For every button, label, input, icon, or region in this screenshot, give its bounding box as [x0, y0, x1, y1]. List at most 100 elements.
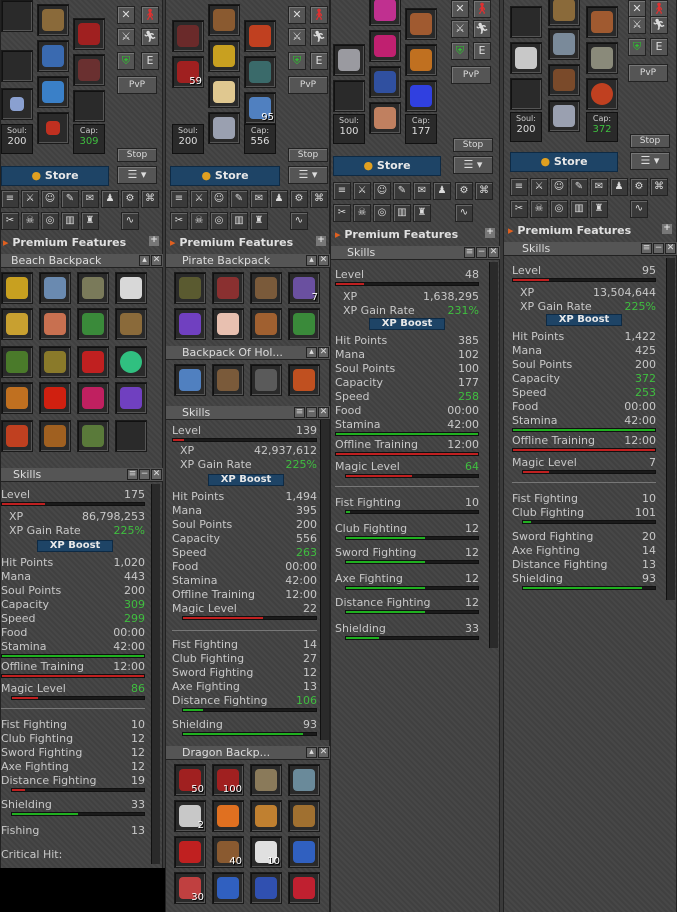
container-slot[interactable]	[39, 382, 71, 414]
equipment-slot-shield[interactable]	[586, 42, 618, 74]
panel-minimize-button[interactable]: −	[306, 407, 317, 418]
premium-plus-icon[interactable]: +	[485, 228, 495, 238]
container-slot[interactable]	[39, 308, 71, 340]
equipment-slot-armor[interactable]	[208, 40, 240, 72]
container-slot[interactable]	[115, 346, 147, 378]
container-slot[interactable]	[288, 872, 320, 904]
xp-boost-button[interactable]: XP Boost	[208, 474, 284, 486]
container-slot[interactable]	[39, 346, 71, 378]
char-icon[interactable]: ♟	[433, 182, 451, 200]
cyclopedia-icon[interactable]: ▥	[61, 212, 79, 230]
container-slot[interactable]: 10	[250, 836, 282, 868]
spell-list-icon[interactable]: ✎	[570, 178, 588, 196]
container-slot[interactable]	[174, 836, 206, 868]
party-icon[interactable]: ☺	[373, 182, 391, 200]
container-slot[interactable]	[115, 420, 147, 452]
equipment-slot-shield[interactable]	[244, 56, 276, 88]
expert-mode-button[interactable]: E	[141, 52, 159, 70]
secure-mode-button[interactable]: ⛨	[628, 38, 646, 56]
container-slot[interactable]	[250, 272, 282, 304]
container-slot[interactable]	[250, 872, 282, 904]
hotkeys-icon[interactable]: ⌘	[141, 190, 159, 208]
panel-minimize-button[interactable]: ▴	[306, 255, 317, 266]
container-slot[interactable]: 50	[174, 764, 206, 796]
cyclopedia-icon[interactable]: ▥	[393, 204, 411, 222]
panel-menu-button[interactable]: ≡	[641, 243, 652, 254]
menu-button[interactable]: ☰ ▾	[453, 156, 493, 174]
expert-mode-button[interactable]: E	[310, 52, 328, 70]
spell-list-icon[interactable]: ✎	[61, 190, 79, 208]
stand-while-fighting-button[interactable]: 🚶︎	[310, 6, 328, 24]
pvp-mode-button[interactable]: PvP	[628, 64, 668, 82]
container-slot[interactable]: 2	[174, 800, 206, 832]
expert-mode-button[interactable]: E	[473, 42, 491, 60]
full-attack-button[interactable]: ⚔︎	[628, 16, 646, 34]
container-slot[interactable]	[212, 364, 244, 396]
equipment-slot-amulet[interactable]	[172, 20, 204, 52]
wrench-icon[interactable]: ✂	[1, 212, 19, 230]
store-button[interactable]: ●︎ Store	[1, 166, 109, 186]
bestiary-icon[interactable]: ♜	[250, 212, 268, 230]
char-icon[interactable]: ♟	[610, 178, 628, 196]
analytics-icon[interactable]: ∿	[290, 212, 308, 230]
expert-mode-button[interactable]: E	[650, 38, 668, 56]
equipment-slot-backpack[interactable]	[244, 20, 276, 52]
equipment-slot-ring[interactable]	[510, 78, 542, 110]
container-slot[interactable]	[1, 420, 33, 452]
full-attack-button[interactable]: ⚔︎	[117, 28, 135, 46]
premium-plus-icon[interactable]: +	[662, 224, 672, 234]
bestiary-icon[interactable]: ♜	[590, 200, 608, 218]
xp-boost-button[interactable]: XP Boost	[37, 540, 113, 552]
menu-button[interactable]: ☰ ▾	[630, 152, 670, 170]
equipment-slot-backpack[interactable]	[586, 6, 618, 38]
premium-features-label[interactable]: ▸ Premium Features +	[3, 236, 159, 250]
equipment-slot-legs[interactable]	[208, 76, 240, 108]
equipment-slot-backpack[interactable]	[73, 18, 105, 50]
stand-while-fighting-button[interactable]: 🚶︎	[473, 0, 491, 18]
equipment-slot-boots[interactable]	[548, 100, 580, 132]
premium-features-label[interactable]: ▸ Premium Features +	[508, 224, 672, 238]
skills-toggle-icon[interactable]: ≡	[170, 190, 188, 208]
skills-toggle-icon[interactable]: ≡	[333, 182, 351, 200]
analytics-icon[interactable]: ∿	[455, 204, 473, 222]
container-slot[interactable]	[288, 764, 320, 796]
panel-close-button[interactable]: ✕	[151, 255, 162, 266]
chase-button[interactable]: 🏃︎	[473, 20, 491, 38]
spell-list-icon[interactable]: ✎	[230, 190, 248, 208]
container-slot[interactable]	[115, 272, 147, 304]
panel-menu-button[interactable]: ≡	[127, 469, 138, 480]
skills-scrollbar[interactable]	[489, 262, 498, 648]
container-slot[interactable]	[174, 308, 206, 340]
wrench-icon[interactable]: ✂	[170, 212, 188, 230]
equipment-slot-ammo[interactable]	[73, 90, 105, 122]
battle-list-icon[interactable]: ⚔	[353, 182, 371, 200]
chase-off-button[interactable]: ✕	[288, 6, 306, 24]
container-slot[interactable]	[288, 364, 320, 396]
container-slot[interactable]	[212, 872, 244, 904]
equipment-slot-boots[interactable]	[37, 112, 69, 144]
pvp-mode-button[interactable]: PvP	[288, 76, 328, 94]
battle-list-icon[interactable]: ⚔	[190, 190, 208, 208]
equipment-slot-ring[interactable]	[1, 88, 33, 120]
store-button[interactable]: ●︎ Store	[333, 156, 441, 176]
secure-mode-button[interactable]: ⛨	[451, 42, 469, 60]
stop-button[interactable]: Stop	[630, 134, 670, 148]
container-slot[interactable]	[174, 272, 206, 304]
equipment-slot-weapon[interactable]	[333, 44, 365, 76]
hotkeys-icon[interactable]: ⌘	[475, 182, 493, 200]
pvp-mode-button[interactable]: PvP	[117, 76, 157, 94]
equipment-slot-head[interactable]	[208, 4, 240, 36]
panel-close-button[interactable]: ✕	[665, 243, 676, 254]
equipment-slot-shield[interactable]	[73, 54, 105, 86]
equipment-slot-armor[interactable]	[369, 30, 401, 62]
quest-log-icon[interactable]: ✉	[413, 182, 431, 200]
skull-icon[interactable]: ☠	[21, 212, 39, 230]
bestiary-icon[interactable]: ♜	[81, 212, 99, 230]
container-slot[interactable]	[115, 382, 147, 414]
chase-button[interactable]: 🏃︎	[650, 16, 668, 34]
hotkeys-icon[interactable]: ⌘	[650, 178, 668, 196]
char-icon[interactable]: ♟	[101, 190, 119, 208]
stand-while-fighting-button[interactable]: 🚶︎	[141, 6, 159, 24]
settings-icon[interactable]: ⚙	[290, 190, 308, 208]
secure-mode-button[interactable]: ⛨	[117, 52, 135, 70]
